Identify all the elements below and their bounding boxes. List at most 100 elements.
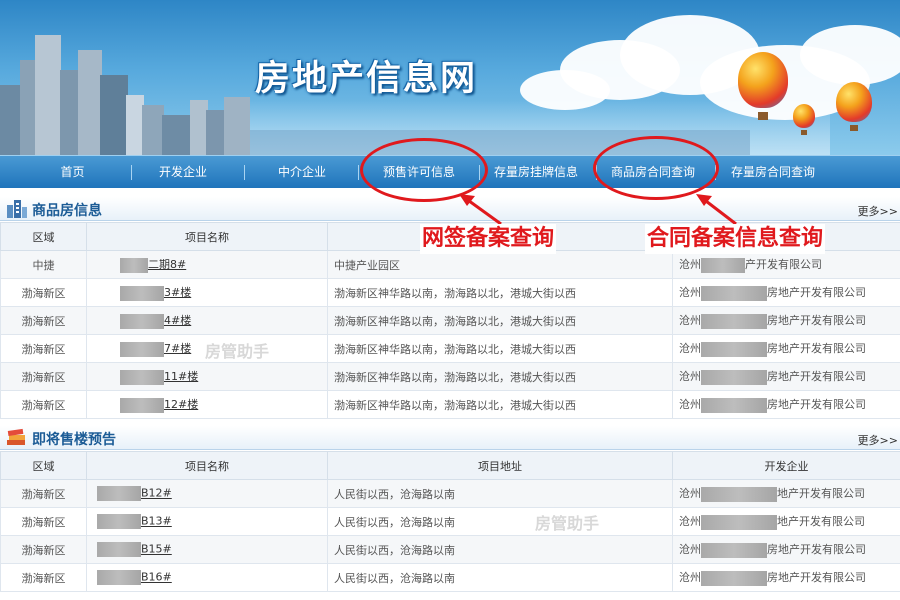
section-title: 即将售楼预告 xyxy=(32,432,116,448)
more-link[interactable]: 更多>> xyxy=(858,203,898,219)
address-cell: 渤海新区神华路以南，渤海路以北，港城大街以西 xyxy=(327,390,673,419)
annotation-arrow-icon xyxy=(696,194,737,226)
table-row: 渤海新区 B12# 人民街以西，沧海路以南 沧州 地产开发有限公司 xyxy=(0,479,900,508)
nav-separator xyxy=(244,165,245,180)
project-name-cell[interactable]: 12#楼 xyxy=(86,390,328,419)
project-name-link[interactable]: 4#楼 xyxy=(164,314,191,327)
annotation-label-contract-filing: 合同备案信息查询 xyxy=(645,224,826,254)
redacted-text xyxy=(701,257,745,273)
area-cell: 渤海新区 xyxy=(0,334,87,363)
project-name-link[interactable]: 12#楼 xyxy=(164,398,198,411)
address-cell: 渤海新区神华路以南，渤海路以北，港城大街以西 xyxy=(327,334,673,363)
redacted-text xyxy=(701,514,777,530)
address-cell: 渤海新区神华路以南，渤海路以北，港城大街以西 xyxy=(327,306,673,335)
address-cell: 渤海新区神华路以南，渤海路以北，港城大街以西 xyxy=(327,362,673,391)
address-cell: 人民街以西，沧海路以南 xyxy=(327,535,673,564)
address-cell: 人民街以西，沧海路以南 xyxy=(327,507,673,536)
area-cell: 渤海新区 xyxy=(0,507,87,536)
developer-cell: 沧州 房地产开发有限公司 xyxy=(672,362,900,391)
project-name-cell[interactable]: 3#楼 xyxy=(86,278,328,307)
site-title: 房地产信息网 xyxy=(255,59,478,99)
redacted-text xyxy=(97,486,141,501)
redacted-text xyxy=(120,397,164,413)
table-row: 渤海新区 11#楼 渤海新区神华路以南，渤海路以北，港城大街以西 沧州 房地产开发… xyxy=(0,362,900,391)
project-name-cell[interactable]: B13# xyxy=(86,507,328,536)
area-cell: 渤海新区 xyxy=(0,278,87,307)
building-icon xyxy=(7,200,27,218)
annotation-circle-contract xyxy=(593,136,719,200)
redacted-text xyxy=(97,542,141,557)
column-header-address: 项目地址 xyxy=(327,451,673,480)
redacted-text xyxy=(701,486,777,502)
project-name-link[interactable]: 3#楼 xyxy=(164,286,191,299)
area-cell: 渤海新区 xyxy=(0,563,87,592)
project-name-link[interactable]: 7#楼 xyxy=(164,342,191,355)
column-header-area: 区域 xyxy=(0,222,87,251)
developer-cell: 沧州 产开发有限公司 xyxy=(672,250,900,279)
more-link[interactable]: 更多>> xyxy=(858,432,898,448)
redacted-text xyxy=(120,341,164,357)
redacted-text xyxy=(701,397,767,413)
project-name-link[interactable]: B16# xyxy=(141,571,172,584)
developer-cell: 沧州 地产开发有限公司 xyxy=(672,479,900,508)
books-icon xyxy=(7,428,25,445)
table-row: 渤海新区 4#楼 渤海新区神华路以南，渤海路以北，港城大街以西 沧州 房地产开发有… xyxy=(0,306,900,335)
watermark-text: 房管助手 xyxy=(535,514,600,533)
project-name-link[interactable]: B15# xyxy=(141,543,172,556)
project-name-link[interactable]: 11#楼 xyxy=(164,370,198,383)
nav-item-agencies[interactable]: 中介企业 xyxy=(262,156,342,189)
nav-item-existing-contract-query[interactable]: 存量房合同查询 xyxy=(720,156,826,189)
project-name-cell[interactable]: 4#楼 xyxy=(86,306,328,335)
redacted-text xyxy=(120,257,148,273)
cloud-decoration xyxy=(520,70,610,110)
developer-cell: 沧州 房地产开发有限公司 xyxy=(672,390,900,419)
project-name-link[interactable]: B13# xyxy=(141,515,172,528)
area-cell: 渤海新区 xyxy=(0,535,87,564)
redacted-text xyxy=(701,542,767,558)
project-name-cell[interactable]: B12# xyxy=(86,479,328,508)
redacted-text xyxy=(97,570,141,585)
cloud-decoration xyxy=(800,25,900,85)
table-row: 渤海新区 12#楼 渤海新区神华路以南，渤海路以北，港城大街以西 沧州 房地产开发… xyxy=(0,390,900,419)
area-cell: 渤海新区 xyxy=(0,306,87,335)
annotation-label-online-signing: 网签备案查询 xyxy=(420,224,557,254)
area-cell: 中捷 xyxy=(0,250,87,279)
project-name-cell[interactable]: 11#楼 xyxy=(86,362,328,391)
site-banner: 房地产信息网 xyxy=(0,0,900,155)
presale-preview-table: 区域 项目名称 项目地址 开发企业 渤海新区 B12# 人民街以西，沧海路以南 … xyxy=(0,451,900,592)
developer-cell: 沧州 房地产开发有限公司 xyxy=(672,563,900,592)
section-header-commercial-housing: 商品房信息 更多>> xyxy=(0,197,900,221)
developer-cell: 沧州 地产开发有限公司 xyxy=(672,507,900,536)
nav-item-existing-listing[interactable]: 存量房挂牌信息 xyxy=(484,156,588,189)
address-cell: 渤海新区神华路以南，渤海路以北，港城大街以西 xyxy=(327,278,673,307)
table-row: 中捷 二期8# 中捷产业园区 沧州 产开发有限公司 xyxy=(0,250,900,279)
redacted-text xyxy=(120,369,164,385)
section-header-presale-preview: 即将售楼预告 更多>> xyxy=(0,426,900,450)
redacted-text xyxy=(701,570,767,586)
redacted-text xyxy=(701,341,767,357)
column-header-developer: 开发企业 xyxy=(672,451,900,480)
developer-cell: 沧州 房地产开发有限公司 xyxy=(672,306,900,335)
address-cell: 人民街以西，沧海路以南 xyxy=(327,563,673,592)
developer-cell: 沧州 房地产开发有限公司 xyxy=(672,535,900,564)
annotation-arrow-icon xyxy=(459,194,502,226)
nav-item-developers[interactable]: 开发企业 xyxy=(143,156,223,189)
developer-cell: 沧州 房地产开发有限公司 xyxy=(672,278,900,307)
redacted-text xyxy=(701,313,767,329)
table-row: 渤海新区 3#楼 渤海新区神华路以南，渤海路以北，港城大街以西 沧州 房地产开发有… xyxy=(0,278,900,307)
table-row: 渤海新区 B15# 人民街以西，沧海路以南 沧州 房地产开发有限公司 xyxy=(0,535,900,564)
project-name-cell[interactable]: B16# xyxy=(86,563,328,592)
project-name-cell[interactable]: B15# xyxy=(86,535,328,564)
redacted-text xyxy=(701,369,767,385)
address-cell: 人民街以西，沧海路以南 xyxy=(327,479,673,508)
project-name-link[interactable]: B12# xyxy=(141,487,172,500)
area-cell: 渤海新区 xyxy=(0,479,87,508)
project-name-cell[interactable]: 二期8# xyxy=(86,250,328,279)
redacted-text xyxy=(120,285,164,301)
nav-item-home[interactable]: 首页 xyxy=(35,156,110,189)
project-name-link[interactable]: 二期8# xyxy=(148,258,186,271)
developer-cell: 沧州 房地产开发有限公司 xyxy=(672,334,900,363)
column-header-area: 区域 xyxy=(0,451,87,480)
redacted-text xyxy=(701,285,767,301)
area-cell: 渤海新区 xyxy=(0,390,87,419)
